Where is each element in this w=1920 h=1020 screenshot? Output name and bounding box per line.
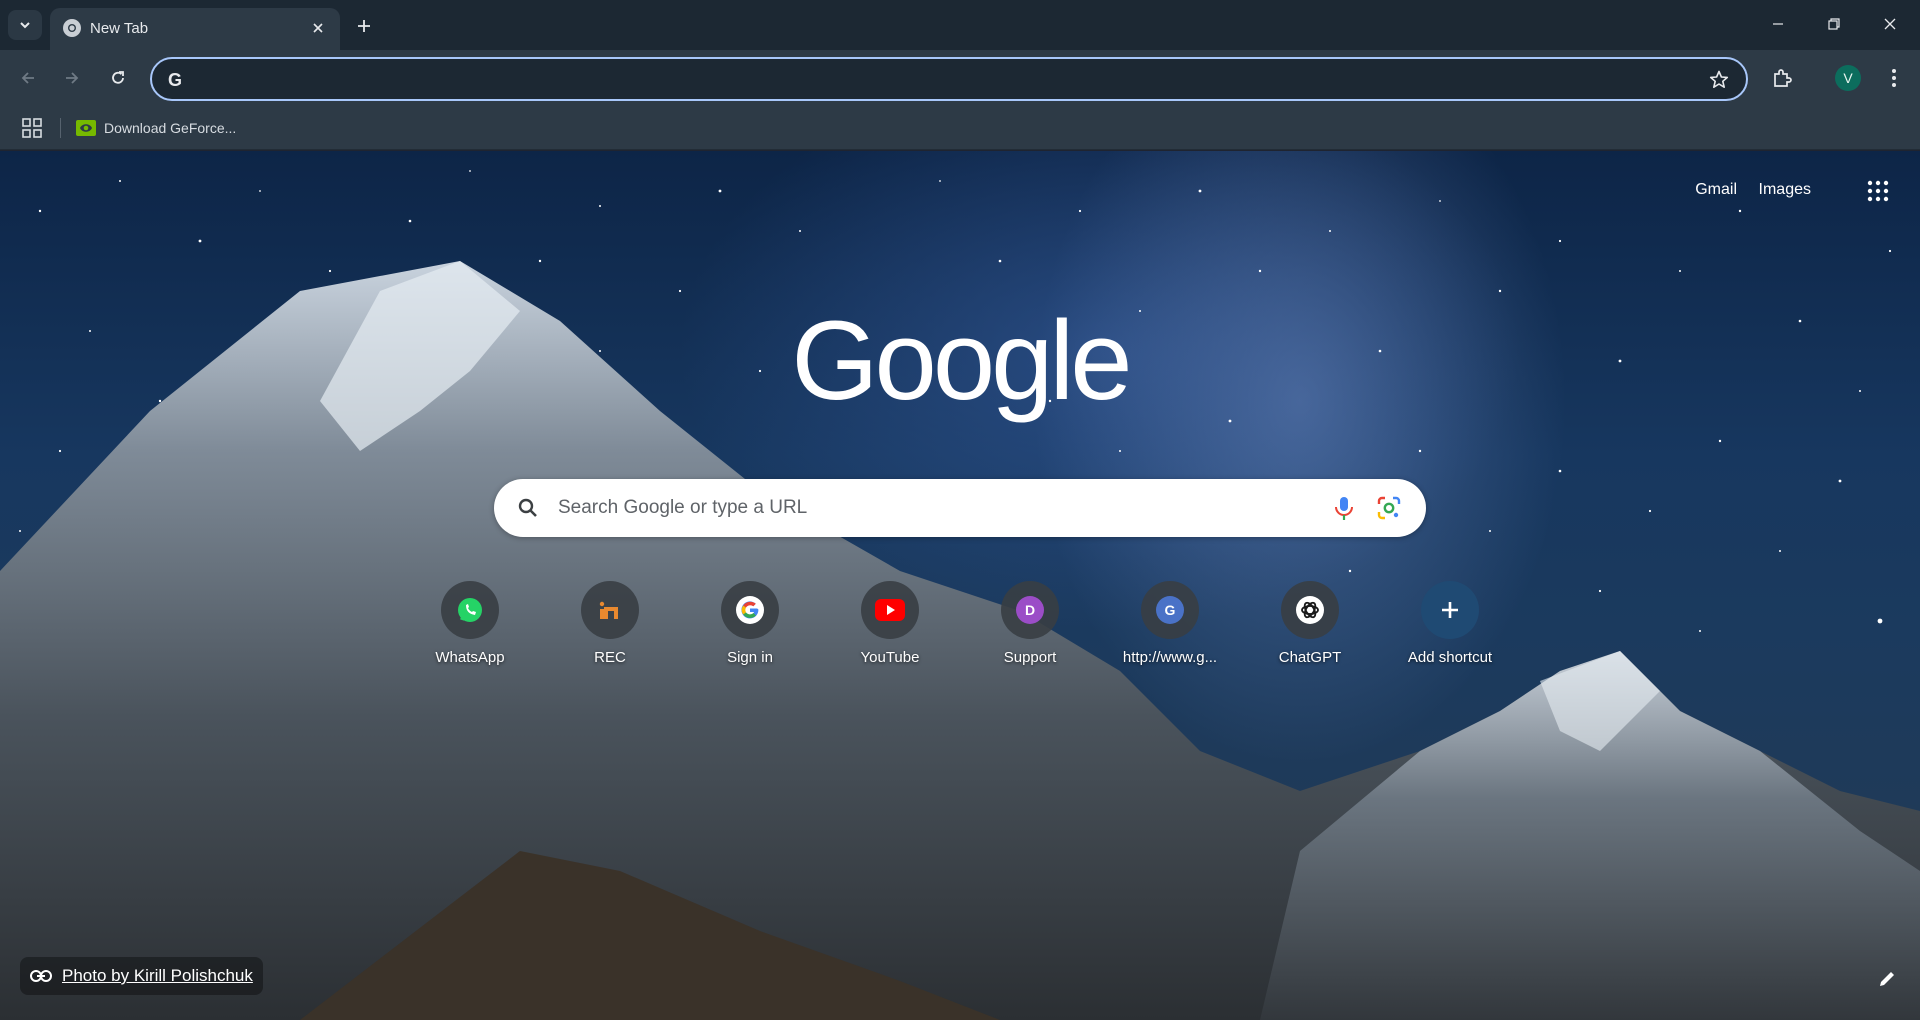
restore-button[interactable] [1814, 8, 1854, 40]
letter-g-icon: G [1156, 596, 1184, 624]
bookmarks-bar: Download GeForce... [0, 106, 1920, 150]
address-input[interactable] [198, 67, 1678, 93]
google-lens-icon[interactable] [1376, 495, 1402, 521]
profile-button[interactable]: V [1832, 62, 1864, 94]
rec-icon [599, 601, 618, 619]
minimize-button[interactable] [1758, 8, 1798, 40]
tab-new-tab[interactable]: New Tab [50, 8, 340, 50]
chevron-down-icon [20, 22, 30, 29]
toolbar: G V [0, 50, 1920, 106]
shortcut-tile [721, 581, 779, 639]
svg-text:G: G [168, 70, 182, 90]
new-tab-page: Gmail Images Google Search Google or typ… [0, 151, 1920, 1020]
photo-credit: Photo by Kirill Polishchuk [20, 957, 263, 995]
svg-text:G: G [1165, 602, 1176, 618]
arrow-left-icon [21, 72, 34, 84]
shortcut-g-link[interactable]: G http://www.g... [1114, 575, 1226, 687]
tab-strip: New Tab [0, 0, 1920, 50]
new-tab-button[interactable] [350, 12, 378, 40]
google-wordmark-icon: Google [791, 298, 1132, 423]
shortcut-label: http://www.g... [1122, 649, 1218, 666]
plus-icon [358, 20, 370, 32]
youtube-icon [875, 599, 905, 621]
menu-button[interactable] [1878, 62, 1910, 94]
extensions-button[interactable] [1766, 62, 1798, 94]
chatgpt-icon [1296, 596, 1324, 624]
shortcut-label: Support [1003, 649, 1057, 666]
shortcuts-grid: WhatsApp REC Sign in YouTube D Support G… [414, 575, 1534, 695]
avatar: V [1835, 65, 1861, 91]
microphone-icon[interactable] [1332, 495, 1356, 521]
shortcut-add[interactable]: Add shortcut [1394, 575, 1506, 687]
shortcut-tile [861, 581, 919, 639]
images-link[interactable]: Images [1759, 181, 1811, 199]
shortcut-label: WhatsApp [435, 649, 505, 666]
arrow-right-icon [66, 72, 79, 84]
search-icon [518, 498, 537, 517]
shortcut-tile [441, 581, 499, 639]
shortcut-label: YouTube [860, 649, 920, 666]
bookmark-label: Download GeForce... [104, 120, 237, 136]
plus-icon [1442, 602, 1458, 618]
bookmarks-divider [60, 118, 61, 138]
shortcut-whatsapp[interactable]: WhatsApp [414, 575, 526, 687]
gmail-link[interactable]: Gmail [1695, 181, 1737, 199]
close-window-button[interactable] [1870, 8, 1910, 40]
svg-text:D: D [1025, 602, 1035, 618]
link-icon [30, 970, 52, 982]
puzzle-icon [1774, 69, 1792, 87]
forward-button[interactable] [56, 62, 88, 94]
restore-icon [1828, 18, 1840, 30]
back-button[interactable] [12, 62, 44, 94]
shortcut-support[interactable]: D Support [974, 575, 1086, 687]
google-logo: Google [0, 298, 1920, 430]
reload-icon [112, 71, 124, 84]
svg-text:Google: Google [791, 305, 1128, 423]
shortcut-tile [1421, 581, 1479, 639]
ntp-search-box[interactable]: Search Google or type a URL [494, 479, 1426, 537]
pencil-icon[interactable] [1876, 968, 1898, 990]
photo-credit-link[interactable]: Photo by Kirill Polishchuk [62, 966, 253, 986]
reload-button[interactable] [102, 62, 134, 94]
tab-close-button[interactable] [308, 18, 328, 38]
shortcut-label: REC [594, 649, 626, 666]
shortcut-sign-in[interactable]: Sign in [694, 575, 806, 687]
shortcut-tile: G [1141, 581, 1199, 639]
shortcut-youtube[interactable]: YouTube [834, 575, 946, 687]
shortcut-tile [1281, 581, 1339, 639]
chrome-icon [63, 19, 81, 37]
shortcut-rec[interactable]: REC [554, 575, 666, 687]
google-g-icon [736, 596, 764, 624]
bookmark-geforce[interactable]: Download GeForce... [76, 114, 236, 142]
search-placeholder: Search Google or type a URL [558, 497, 808, 518]
apps-shortcut-icon[interactable] [20, 116, 44, 140]
shortcut-tile: D [1001, 581, 1059, 639]
shortcut-tile [581, 581, 639, 639]
address-bar[interactable]: G [150, 57, 1748, 101]
google-g-icon: G [168, 70, 182, 90]
close-icon [1884, 18, 1896, 30]
kebab-menu-icon [1892, 69, 1896, 87]
tab-title: New Tab [90, 20, 149, 37]
bookmark-star-icon[interactable] [1708, 69, 1730, 91]
close-icon [313, 23, 323, 33]
whatsapp-icon [458, 598, 482, 622]
google-apps-icon[interactable] [1866, 179, 1890, 203]
shortcut-label: ChatGPT [1278, 649, 1342, 666]
shortcut-label: Sign in [727, 649, 773, 666]
shortcut-label: Add shortcut [1407, 649, 1493, 666]
shortcut-chatgpt[interactable]: ChatGPT [1254, 575, 1366, 687]
minimize-icon [1773, 23, 1783, 25]
tab-search-button[interactable] [8, 10, 42, 40]
nvidia-icon [76, 120, 96, 136]
letter-d-icon: D [1016, 596, 1044, 624]
